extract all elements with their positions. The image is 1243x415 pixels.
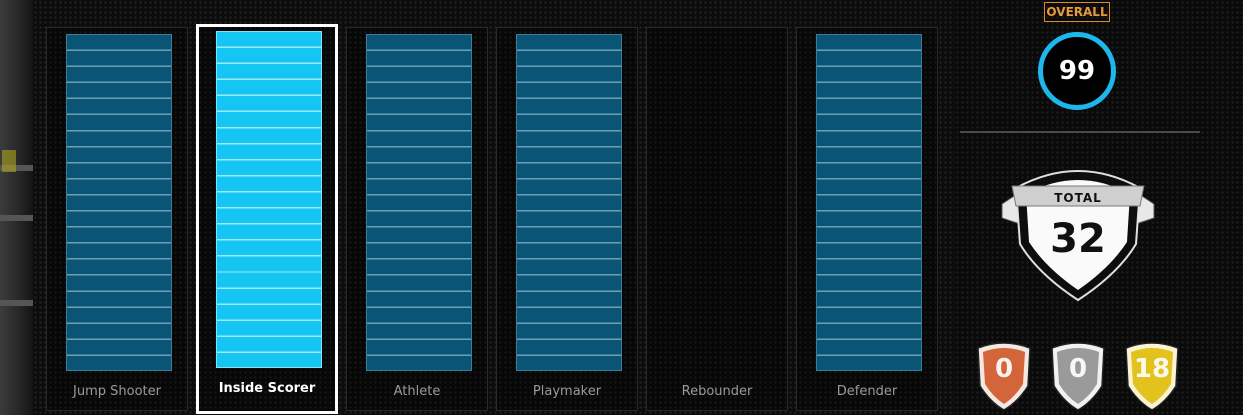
attribute-bar <box>66 34 172 371</box>
attribute-bar <box>216 31 322 368</box>
category-defender[interactable]: Defender <box>796 27 938 411</box>
background-shelf <box>0 215 33 221</box>
divider <box>960 131 1200 133</box>
category-inside-scorer[interactable]: Inside Scorer <box>196 24 338 414</box>
category-label: Athlete <box>393 384 441 399</box>
category-playmaker[interactable]: Playmaker <box>496 27 638 411</box>
background-light <box>2 150 16 172</box>
overall-label: OVERALL <box>1044 2 1110 22</box>
category-label: Jump Shooter <box>73 384 161 399</box>
badge-count: 18 <box>1133 354 1171 384</box>
badge-bronze: 0 <box>974 340 1034 412</box>
badge-silver: 0 <box>1048 340 1108 412</box>
category-jump-shooter[interactable]: Jump Shooter <box>46 27 188 411</box>
category-rebounder[interactable]: Rebounder <box>646 27 788 411</box>
total-label: TOTAL <box>1054 191 1102 205</box>
category-label: Playmaker <box>532 384 602 399</box>
attribute-bar-empty <box>666 34 772 371</box>
attribute-bar <box>516 34 622 371</box>
background-shelf <box>0 300 33 306</box>
category-label: Defender <box>836 384 898 399</box>
category-label: Rebounder <box>681 384 753 399</box>
overall-rating: 99 <box>1038 32 1116 110</box>
category-label: Inside Scorer <box>218 381 316 396</box>
total-value: 32 <box>1050 216 1106 262</box>
attribute-bar <box>366 34 472 371</box>
background-edge <box>0 0 33 415</box>
badge-gold: 18 <box>1122 340 1182 412</box>
category-athlete[interactable]: Athlete <box>346 27 488 411</box>
attribute-bar <box>816 34 922 371</box>
total-shield: TOTAL 32 <box>1000 162 1156 302</box>
badge-count: 0 <box>994 354 1014 384</box>
badge-count: 0 <box>1068 354 1088 384</box>
